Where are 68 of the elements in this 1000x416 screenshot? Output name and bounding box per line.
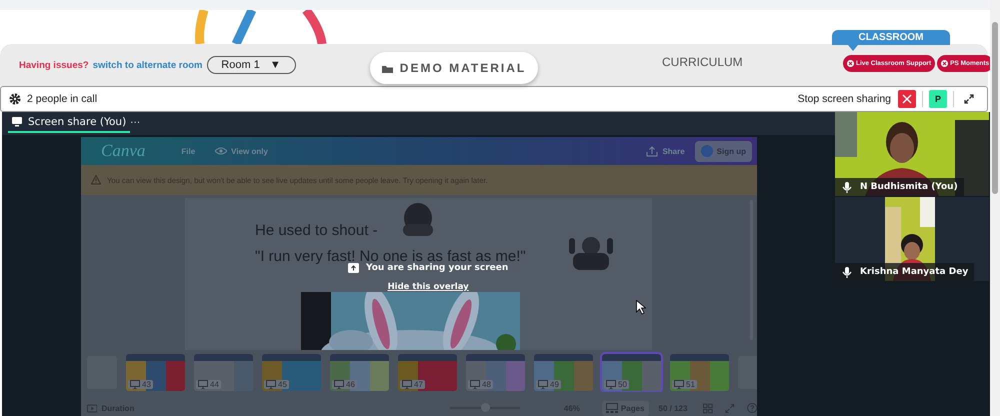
expand-icon bbox=[964, 94, 974, 104]
thumbnail-drawing bbox=[398, 354, 457, 390]
warning-icon bbox=[91, 175, 101, 185]
close-circle-icon bbox=[847, 60, 854, 67]
presentation-icon bbox=[198, 380, 208, 388]
play-icon bbox=[87, 404, 98, 412]
thumbnail-drawing bbox=[262, 354, 321, 390]
share-button[interactable]: Share bbox=[646, 146, 685, 156]
sharing-message: You are sharing your screen bbox=[366, 263, 508, 273]
issue-notice: Having issues? bbox=[19, 60, 89, 70]
upload-icon bbox=[348, 263, 359, 273]
view-only-button[interactable]: View only bbox=[209, 142, 274, 160]
presentation-icon bbox=[266, 380, 276, 388]
room-dropdown[interactable]: Room 1 ▼ bbox=[206, 56, 296, 74]
stop-sharing-label: Stop screen sharing bbox=[798, 93, 891, 105]
screen-share-tab[interactable]: Screen share (You) bbox=[8, 112, 130, 133]
eye-icon bbox=[215, 147, 228, 155]
help-icon[interactable] bbox=[746, 402, 757, 414]
close-circle-icon bbox=[941, 60, 948, 67]
participant-name: Krishna Manyata Dey bbox=[860, 267, 968, 277]
user-avatar[interactable]: P bbox=[929, 90, 947, 108]
presentation-icon bbox=[538, 380, 548, 388]
presentation-icon bbox=[334, 380, 344, 388]
grid-icon[interactable] bbox=[703, 402, 713, 414]
presentation-icon bbox=[470, 380, 480, 388]
microphone-icon bbox=[842, 266, 852, 278]
upload-icon bbox=[646, 146, 658, 156]
pages-icon bbox=[606, 403, 618, 413]
settings-icon[interactable] bbox=[9, 93, 21, 105]
presentation-icon bbox=[402, 380, 412, 388]
thumbnail-drawing bbox=[126, 354, 185, 390]
thumbnail-drawing bbox=[194, 354, 253, 390]
monitor-icon bbox=[12, 116, 22, 126]
scrollbar[interactable] bbox=[990, 0, 1000, 416]
participant-count: 2 people in call bbox=[27, 93, 98, 105]
page-thumbnail[interactable]: 50 bbox=[602, 354, 661, 390]
cursor-icon bbox=[636, 300, 646, 315]
folder-icon bbox=[382, 64, 393, 72]
nav-tab[interactable]: DEMO MATERIAL bbox=[370, 52, 538, 84]
thumbnail-drawing bbox=[534, 354, 593, 390]
presentation-icon bbox=[130, 380, 140, 388]
stop-sharing-button[interactable] bbox=[898, 90, 916, 108]
page-thumbnail[interactable]: 43 bbox=[126, 354, 185, 390]
classroom-label: CLASSROOM bbox=[832, 30, 950, 45]
hide-overlay-link[interactable]: Hide this overlay bbox=[388, 282, 469, 292]
page-thumbnail[interactable]: 48 bbox=[466, 354, 525, 390]
more-menu[interactable]: ··· bbox=[130, 117, 140, 128]
app-logo: Canva bbox=[101, 141, 146, 161]
thumbnail-drawing bbox=[602, 354, 661, 390]
presentation-icon bbox=[674, 380, 684, 388]
logo-icon bbox=[700, 145, 713, 157]
thumbnail-drawing bbox=[466, 354, 525, 390]
file-menu[interactable]: File bbox=[181, 146, 196, 156]
page-thumbnail[interactable]: 45 bbox=[262, 354, 321, 390]
alternate-room-link[interactable]: switch to alternate room bbox=[92, 60, 203, 70]
page-thumbnail[interactable]: 47 bbox=[398, 354, 457, 390]
page-thumbnail[interactable]: 51 bbox=[670, 354, 729, 390]
close-icon bbox=[902, 94, 912, 104]
page-thumbnail[interactable]: 46 bbox=[330, 354, 389, 390]
page-thumbnail[interactable]: 44 bbox=[194, 354, 253, 390]
presentation-icon bbox=[606, 380, 616, 388]
thumbnail-drawing bbox=[330, 354, 389, 390]
nav-tab[interactable]: CURRICULUM bbox=[656, 54, 749, 70]
page-thumbnail[interactable]: 49 bbox=[534, 354, 593, 390]
sign-up-button[interactable]: Sign up bbox=[694, 140, 752, 162]
expand-icon[interactable] bbox=[724, 402, 735, 414]
slide-text: He used to shout - bbox=[255, 222, 378, 239]
thumbnail-drawing bbox=[670, 354, 729, 390]
